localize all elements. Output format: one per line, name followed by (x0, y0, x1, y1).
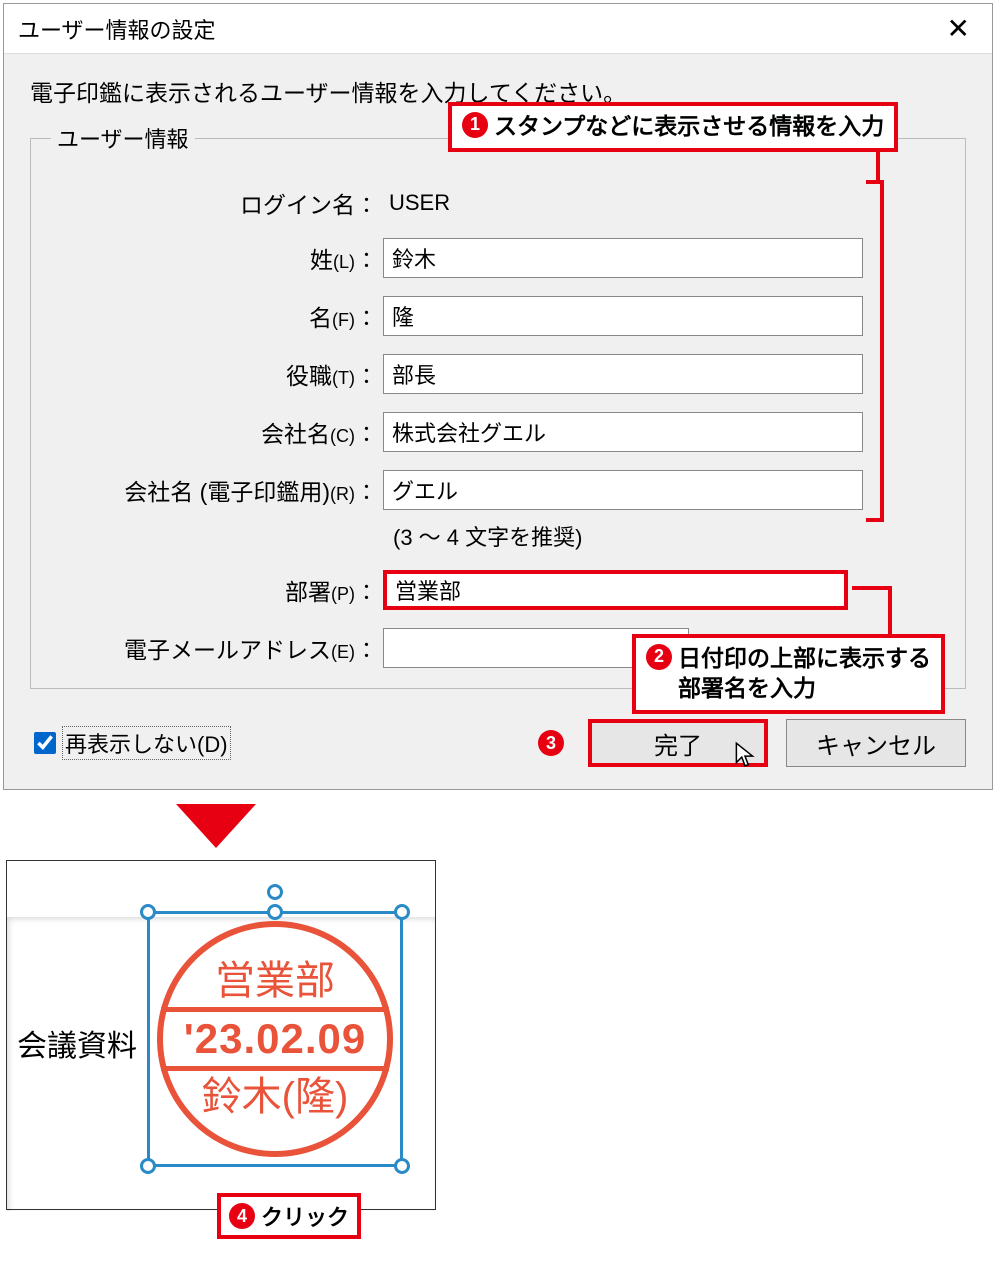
close-icon[interactable]: ✕ (939, 12, 978, 45)
cancel-button[interactable]: キャンセル (786, 719, 966, 767)
callout-1: 1 スタンプなどに表示させる情報を入力 (448, 102, 898, 152)
date-stamp[interactable]: 営業部 '23.02.09 鈴木(隆) (157, 921, 393, 1157)
lastname-field[interactable] (383, 238, 863, 278)
dept-field[interactable] (383, 570, 848, 610)
callout-badge-4: 4 (229, 1203, 255, 1229)
flow-arrow-icon (176, 804, 256, 848)
company-stamp-field[interactable] (383, 470, 863, 510)
resize-handle-icon[interactable] (267, 904, 283, 920)
user-info-group: ユーザー情報 ログイン名 ： USER 姓(L) ： 名(F) (30, 122, 966, 689)
callout-badge-2: 2 (646, 644, 672, 670)
connector-2a (852, 586, 892, 590)
connector-2b (888, 586, 892, 636)
dont-show-again[interactable]: 再表示しない(D) (30, 726, 231, 760)
resize-handle-icon[interactable] (394, 904, 410, 920)
highlight-bracket (866, 180, 884, 522)
resize-handle-icon[interactable] (140, 904, 156, 920)
dialog-title: ユーザー情報の設定 (18, 13, 216, 45)
company-label: 会社名(C) (51, 415, 361, 449)
ok-button[interactable]: 完了 (588, 719, 768, 767)
stamp-top-text: 営業部 (163, 955, 387, 1007)
stamp-bottom-text: 鈴木(隆) (163, 1071, 387, 1123)
cursor-icon (734, 741, 756, 769)
dept-label: 部署(P) (51, 573, 361, 607)
login-label: ログイン名 (51, 186, 361, 220)
login-value: USER (383, 190, 450, 216)
title-label: 役職(T) (51, 357, 361, 391)
firstname-field[interactable] (383, 296, 863, 336)
lastname-label: 姓(L) (51, 241, 361, 275)
callout-badge-1: 1 (462, 112, 488, 138)
stamp-date-text: '23.02.09 (161, 1007, 389, 1071)
result-preview: 会議資料 営業部 '23.02.09 鈴木(隆) 4 クリック (6, 860, 436, 1210)
title-field[interactable] (383, 354, 863, 394)
dialog-footer: 再表示しない(D) 3 完了 キャンセル (4, 705, 992, 789)
titlebar: ユーザー情報の設定 ✕ (4, 4, 992, 54)
dont-show-again-checkbox[interactable] (34, 732, 56, 754)
firstname-label: 名(F) (51, 299, 361, 333)
callout-4: 4 クリック (217, 1193, 361, 1239)
rotate-handle-icon[interactable] (267, 884, 283, 900)
callout-2: 2 日付印の上部に表示する 部署名を入力 (632, 634, 945, 714)
resize-handle-icon[interactable] (140, 1158, 156, 1174)
company-field[interactable] (383, 412, 863, 452)
callout-badge-3: 3 (538, 730, 564, 756)
document-title-text: 会議資料 (17, 1021, 137, 1065)
company-stamp-hint: (3 ～ 4 文字を推奨) (393, 520, 945, 552)
group-legend: ユーザー情報 (51, 122, 195, 154)
company-stamp-label: 会社名 (電子印鑑用)(R) (51, 473, 361, 507)
email-label: 電子メールアドレス(E) (51, 631, 361, 665)
resize-handle-icon[interactable] (394, 1158, 410, 1174)
user-info-dialog: ユーザー情報の設定 ✕ 電子印鑑に表示されるユーザー情報を入力してください。 ユ… (3, 3, 993, 790)
